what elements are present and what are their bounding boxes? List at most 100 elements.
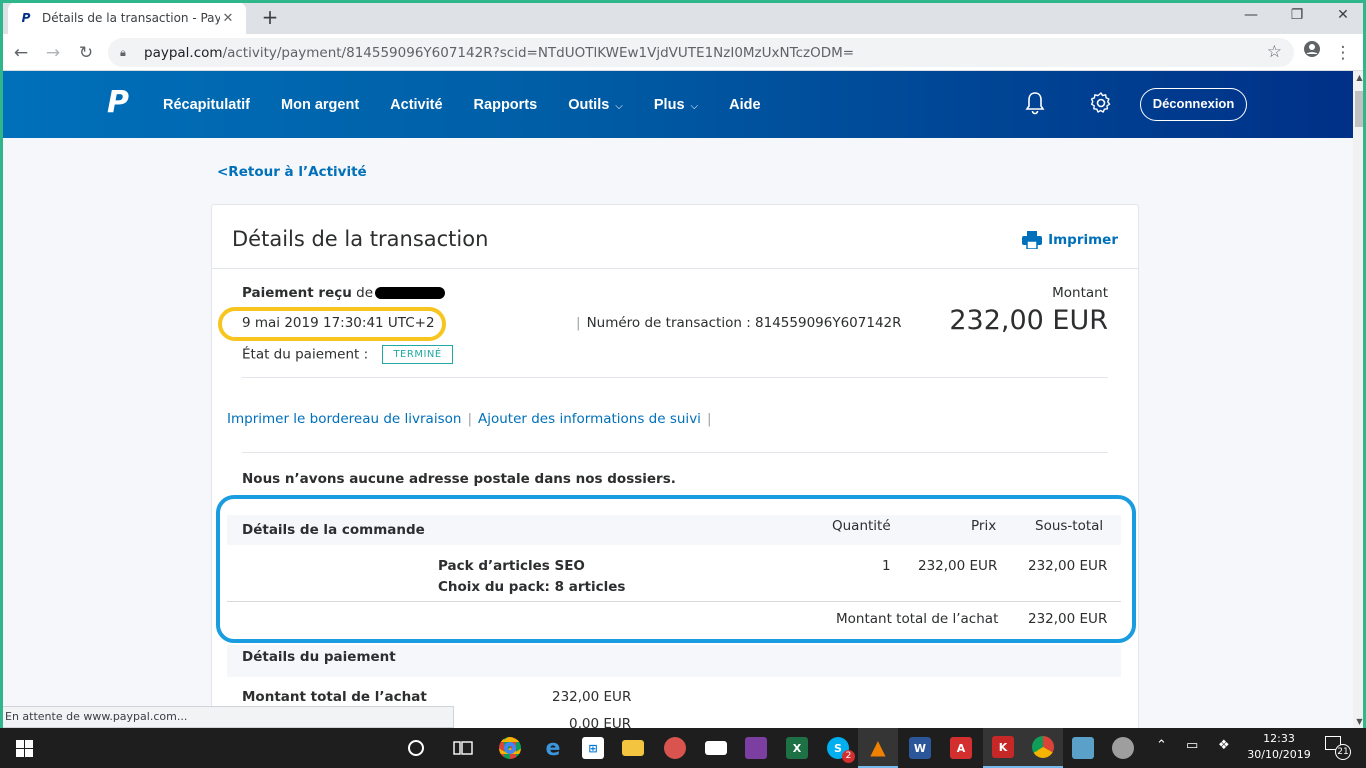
taskbar: e ⊞ X S2 ▲ W A K ⌃ ▭ ❖ 12:33 30/10/2019 … <box>0 728 1366 768</box>
payment-status-line: État du paiement : TERMINÉ <box>242 345 453 364</box>
excel-icon[interactable]: X <box>777 728 817 768</box>
notification-count: 21 <box>1335 744 1351 760</box>
print-label: Imprimer <box>1048 232 1118 248</box>
menu-dots-icon[interactable]: ⋮ <box>1330 40 1356 66</box>
skype-badge: 2 <box>842 750 855 763</box>
scroll-thumb[interactable] <box>1355 91 1364 127</box>
clock-date: 30/10/2019 <box>1247 748 1311 761</box>
separator: | <box>576 315 581 331</box>
nav-help[interactable]: Aide <box>729 97 760 113</box>
scroll-down-icon[interactable]: ▼ <box>1353 715 1366 728</box>
payment-received-from: de <box>356 285 374 301</box>
no-address-notice: Nous n’avons aucune adresse postale dans… <box>242 471 676 487</box>
nav-my-money[interactable]: Mon argent <box>281 97 359 113</box>
nav-tools-label: Outils <box>568 96 610 113</box>
minimize-icon[interactable]: — <box>1228 0 1274 30</box>
divider <box>242 452 1108 453</box>
nav-summary[interactable]: Récapitulatif <box>163 97 250 113</box>
paint-brush-icon[interactable] <box>1103 728 1143 768</box>
notifications-icon[interactable]: 21 <box>1325 736 1351 760</box>
restore-icon[interactable]: ❐ <box>1274 0 1320 30</box>
amount-label: Montant <box>1052 285 1108 301</box>
paypal-logo-icon[interactable]: P <box>107 87 131 119</box>
add-tracking-link[interactable]: Ajouter des informations de suivi <box>478 411 701 427</box>
forward-arrow-icon[interactable]: → <box>40 40 66 66</box>
status-badge: TERMINÉ <box>382 345 453 364</box>
url-host: paypal.com <box>144 44 223 61</box>
kaspersky-icon[interactable]: K <box>983 728 1023 768</box>
store-icon[interactable]: ⊞ <box>573 728 613 768</box>
nav-tools[interactable]: Outils ⌵ <box>568 97 623 113</box>
separator: | <box>467 411 472 427</box>
edge-icon[interactable]: e <box>533 728 573 768</box>
chrome-icon[interactable] <box>490 728 530 768</box>
scroll-up-icon[interactable]: ▲ <box>1353 71 1366 84</box>
logout-button[interactable]: Déconnexion <box>1140 88 1247 121</box>
payment-header: Détails du paiement <box>242 649 396 665</box>
dropbox-icon[interactable]: ❖ <box>1218 738 1230 753</box>
nav-more-label: Plus <box>653 96 685 113</box>
nav-reports[interactable]: Rapports <box>474 97 538 113</box>
skype-icon[interactable]: S2 <box>818 728 858 768</box>
notes-icon[interactable] <box>1063 728 1103 768</box>
divider <box>212 268 1138 269</box>
url-path: /activity/payment/814559096Y607142R?scid… <box>222 44 855 61</box>
address-bar[interactable]: 🔒︎ paypal.com /activity/payment/81455909… <box>108 38 1294 67</box>
new-tab-button[interactable]: + <box>258 5 282 29</box>
page-content: <Retour à l’Activité Détails de la trans… <box>3 138 1353 728</box>
nav-more[interactable]: Plus ⌵ <box>654 97 698 113</box>
payment-status-label: État du paiement : <box>242 346 369 363</box>
chrome-active-icon[interactable] <box>1023 728 1063 768</box>
paypal-favicon-icon: P <box>21 11 31 25</box>
tab-title: Détails de la transaction - PayPal <box>42 11 220 25</box>
bookmark-star-icon[interactable]: ☆ <box>1267 42 1282 62</box>
winrar-icon[interactable] <box>736 728 776 768</box>
chevron-down-icon: ⌵ <box>615 100 623 112</box>
browser-tab[interactable]: P Détails de la transaction - PayPal ✕ <box>8 2 246 34</box>
network-icon[interactable]: ▭ <box>1186 738 1198 753</box>
print-button[interactable]: Imprimer <box>1022 231 1118 249</box>
profile-avatar-icon[interactable] <box>1299 40 1325 66</box>
payment-received-label: Paiement reçu <box>242 285 352 301</box>
payment-total-label: Montant total de l’achat <box>242 689 427 705</box>
transaction-card: Détails de la transaction Imprimer Paiem… <box>211 204 1139 728</box>
gear-icon[interactable] <box>1088 91 1114 117</box>
paypal-header: P Récapitulatif Mon argent Activité Rapp… <box>3 71 1353 138</box>
chevron-down-icon: ⌵ <box>690 100 699 112</box>
paint-icon[interactable] <box>655 728 695 768</box>
reload-icon[interactable]: ↻ <box>73 40 99 66</box>
windows-start-icon[interactable] <box>4 728 44 768</box>
amount-value: 232,00 EUR <box>949 305 1108 336</box>
file-explorer-icon[interactable] <box>613 728 653 768</box>
scrollbar[interactable]: ▲ ▼ <box>1353 71 1366 728</box>
clock-time: 12:33 <box>1263 732 1295 745</box>
browser-toolbar: ← → ↻ 🔒︎ paypal.com /activity/payment/81… <box>0 34 1366 71</box>
tray-chevron-up-icon[interactable]: ⌃ <box>1156 738 1167 753</box>
main-nav: Récapitulatif Mon argent Activité Rappor… <box>163 71 792 138</box>
close-window-icon[interactable]: ✕ <box>1320 0 1366 30</box>
payment-next-value: 0,00 EUR <box>569 716 632 728</box>
page-title: Détails de la transaction <box>232 227 489 251</box>
redacted-name <box>375 287 446 299</box>
nav-activity[interactable]: Activité <box>390 97 442 113</box>
close-tab-icon[interactable]: ✕ <box>220 11 236 26</box>
status-bar: En attente de www.paypal.com... <box>0 706 454 728</box>
print-slip-link[interactable]: Imprimer le bordereau de livraison <box>227 411 461 427</box>
vlc-icon[interactable]: ▲ <box>858 728 898 768</box>
payment-received-line: Paiement reçu de <box>242 285 446 301</box>
printer-icon <box>1022 231 1043 249</box>
system-clock[interactable]: 12:33 30/10/2019 <box>1245 731 1313 763</box>
task-view-icon[interactable] <box>443 728 483 768</box>
transaction-date: 9 mai 2019 17:30:41 UTC+2 <box>242 315 435 331</box>
separator: | <box>706 411 712 427</box>
word-icon[interactable]: W <box>900 728 940 768</box>
tab-bar: P Détails de la transaction - PayPal ✕ +… <box>0 0 1366 34</box>
cortana-icon[interactable] <box>396 728 436 768</box>
back-arrow-icon[interactable]: ← <box>8 40 34 66</box>
acrobat-icon[interactable]: A <box>941 728 981 768</box>
transaction-number-line: | Numéro de transaction : 814559096Y60714… <box>576 315 902 331</box>
bell-icon[interactable] <box>1022 91 1048 117</box>
mail-icon[interactable] <box>696 728 736 768</box>
order-highlight <box>216 495 1136 643</box>
back-to-activity-link[interactable]: <Retour à l’Activité <box>217 164 367 180</box>
